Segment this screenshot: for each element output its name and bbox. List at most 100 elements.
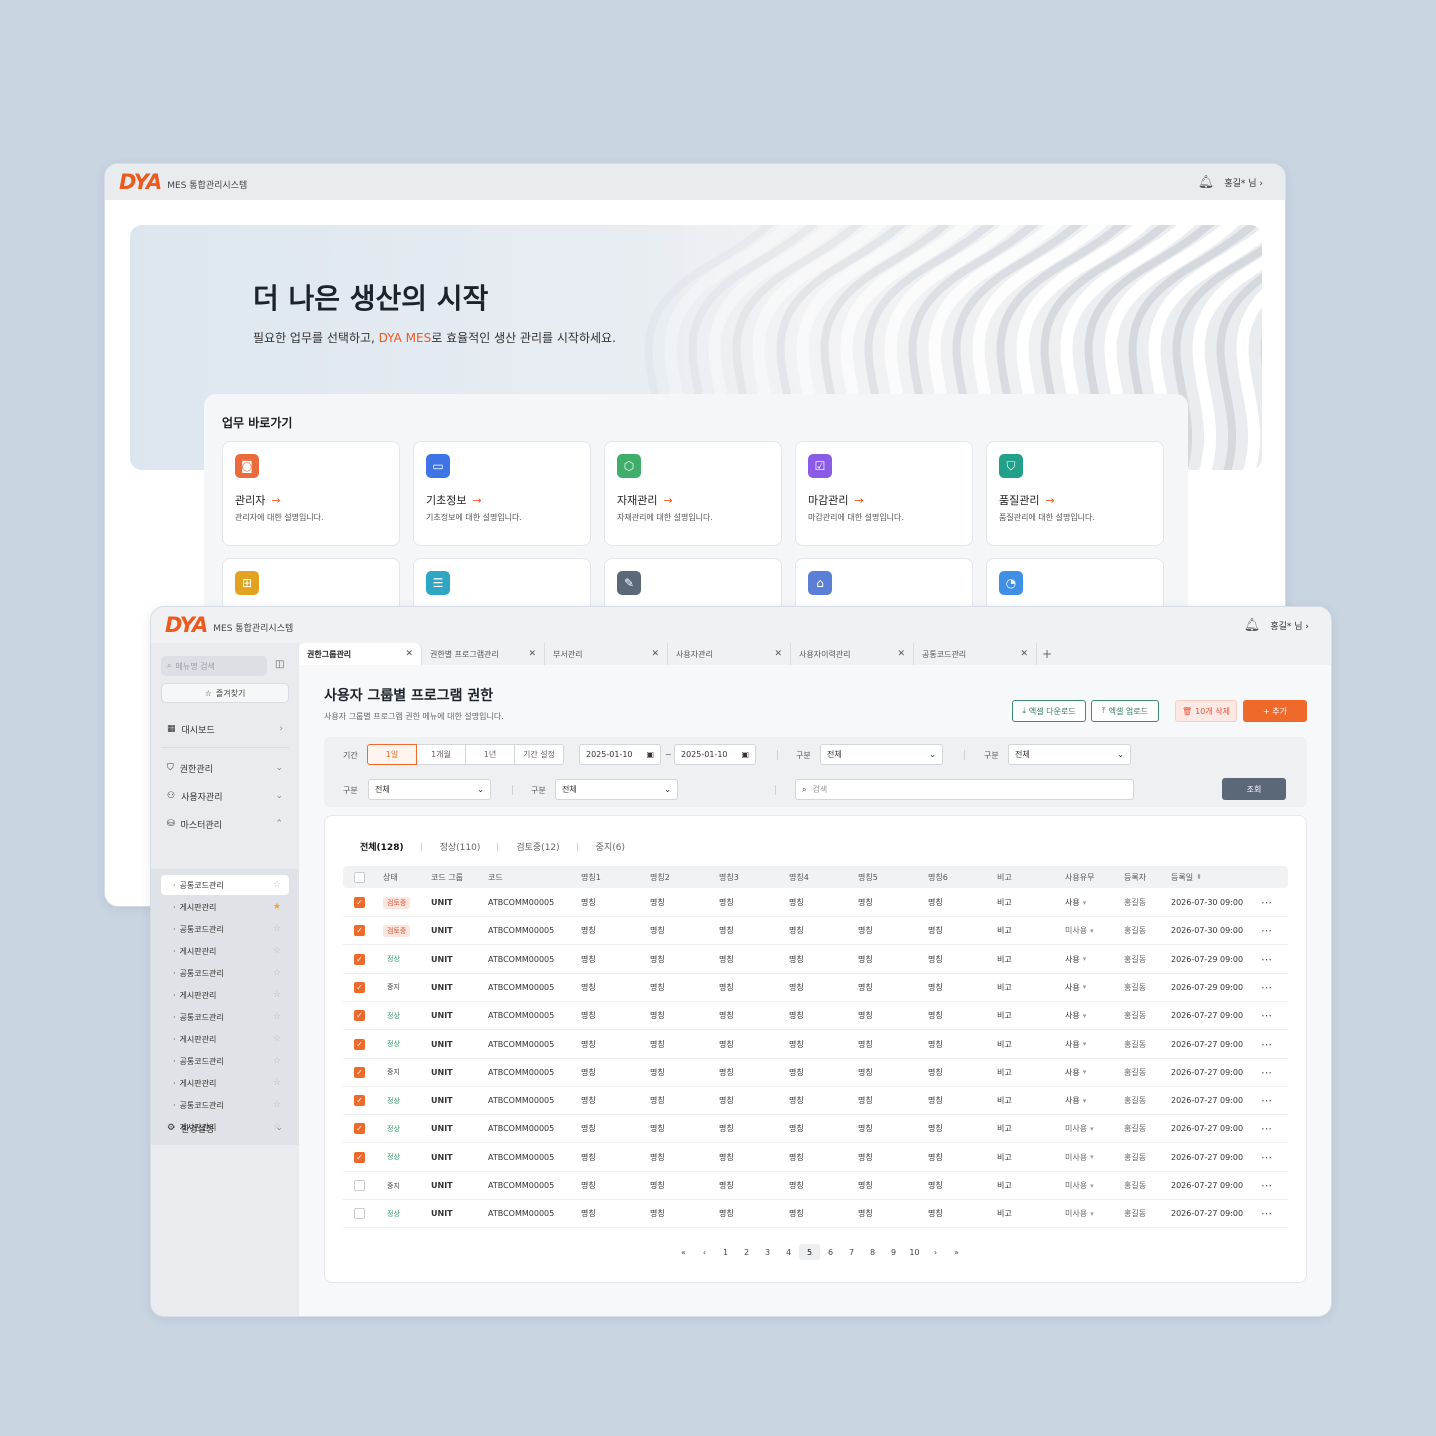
more-icon[interactable]: ⋯ xyxy=(1261,1207,1273,1220)
period-option[interactable]: 1개월 xyxy=(416,744,466,765)
row-checkbox[interactable]: ✓ xyxy=(354,1123,365,1135)
star-outline-icon[interactable]: ☆ xyxy=(273,1012,281,1022)
status-tab[interactable]: 검토중(12) xyxy=(516,840,579,853)
table-row[interactable]: 정상 UNIT ATBCOMM00005 명칭 명칭 명칭 명칭 명칭 명칭 비고 미사용 ▾ 홍길동 2… xyxy=(343,1200,1288,1229)
sidebar-subitem[interactable]: · 공통코드관리 ☆ xyxy=(161,1051,289,1071)
status-tab[interactable]: 중지(6) xyxy=(596,840,643,853)
page-number[interactable]: 6 xyxy=(820,1244,841,1260)
date-to-input[interactable]: 2025-01-10 ▣ xyxy=(674,744,756,765)
more-icon[interactable]: ⋯ xyxy=(1261,1151,1273,1164)
date-from-input[interactable]: 2025-01-10 ▣ xyxy=(579,744,661,765)
period-option[interactable]: 기간 설정 xyxy=(514,744,564,765)
more-icon[interactable]: ⋯ xyxy=(1261,1009,1273,1022)
more-icon[interactable]: ⋯ xyxy=(1261,981,1273,994)
sidebar-subitem[interactable]: · 공통코드관리 ☆ xyxy=(161,919,289,939)
sidebar-subitem[interactable]: · 게시판관리 ☆ xyxy=(161,1029,289,1049)
page-number[interactable]: 5 xyxy=(799,1244,820,1260)
more-icon[interactable]: ⋯ xyxy=(1261,924,1273,937)
prev-page-icon[interactable]: ‹ xyxy=(694,1244,715,1260)
page-number[interactable]: 2 xyxy=(736,1244,757,1260)
sidebar-item-settings[interactable]: ⚙ 환경설정 ⌄ xyxy=(167,1118,285,1138)
excel-download-button[interactable]: ⤓ 엑셀 다운로드 xyxy=(1012,700,1086,722)
row-checkbox[interactable] xyxy=(354,1208,365,1220)
tab[interactable]: 부서관리 ✕ xyxy=(545,643,668,665)
more-icon[interactable]: ⋯ xyxy=(1261,1094,1273,1107)
table-cell-use[interactable]: 사용 ▾ xyxy=(1065,889,1086,916)
sidebar-subitem[interactable]: · 공통코드관리 ☆ xyxy=(161,1007,289,1027)
row-checkbox[interactable]: ✓ xyxy=(354,1038,365,1050)
status-tab[interactable]: 정상(110) xyxy=(440,840,499,853)
row-checkbox[interactable]: ✓ xyxy=(354,1095,365,1107)
table-row[interactable]: ✓ 정상 UNIT ATBCOMM00005 명칭 명칭 명칭 명칭 명칭 명칭 비고 사용 ▾ 홍길동 2… xyxy=(343,1002,1288,1031)
star-outline-icon[interactable]: ☆ xyxy=(273,880,281,890)
page-number[interactable]: 4 xyxy=(778,1244,799,1260)
star-outline-icon[interactable]: ☆ xyxy=(273,1078,281,1088)
tab[interactable]: 공통코드관리 ✕ xyxy=(914,643,1037,665)
user-menu[interactable]: 홍길* 님 › xyxy=(1224,176,1263,189)
sidebar-item-permissions[interactable]: ⛉ 권한관리 ⌄ xyxy=(167,758,285,778)
sidebar-subitem[interactable]: · 게시판관리 ★ xyxy=(161,897,289,917)
close-icon[interactable]: ✕ xyxy=(528,649,536,659)
next-page-icon[interactable]: › xyxy=(925,1244,946,1260)
row-checkbox[interactable] xyxy=(354,1180,365,1191)
tab[interactable]: 권한그룹관리 ✕ xyxy=(299,643,422,665)
table-row[interactable]: 중지 UNIT ATBCOMM00005 명칭 명칭 명칭 명칭 명칭 명칭 비고 미사용 ▾ 홍길동 2… xyxy=(343,1172,1288,1200)
tab[interactable]: 사용자이력관리 ✕ xyxy=(791,643,914,665)
star-filled-icon[interactable]: ★ xyxy=(273,902,281,912)
table-row[interactable]: ✓ 정상 UNIT ATBCOMM00005 명칭 명칭 명칭 명칭 명칭 명칭 비고 사용 ▾ 홍길동 2… xyxy=(343,1031,1288,1059)
table-cell-use[interactable]: 사용 ▾ xyxy=(1065,1087,1086,1114)
keyword-search-input[interactable]: ⌕ 검색 xyxy=(795,779,1134,800)
row-checkbox[interactable]: ✓ xyxy=(354,1151,365,1163)
sidebar-subitem[interactable]: · 게시판관리 ☆ xyxy=(161,985,289,1005)
type-select-4[interactable]: 전체 ⌄ xyxy=(555,779,678,800)
more-icon[interactable]: ⋯ xyxy=(1261,896,1273,909)
row-checkbox[interactable]: ✓ xyxy=(354,925,365,937)
tab[interactable]: 사용자관리 ✕ xyxy=(668,643,791,665)
favorites-button[interactable]: ☆ 즐겨찾기 xyxy=(161,683,289,703)
row-checkbox[interactable]: ✓ xyxy=(354,1010,365,1022)
table-row[interactable]: ✓ 중지 UNIT ATBCOMM00005 명칭 명칭 명칭 명칭 명칭 명칭 비고 사용 ▾ 홍길동 2… xyxy=(343,1059,1288,1087)
page-number[interactable]: 1 xyxy=(715,1244,736,1260)
table-row[interactable]: ✓ 검토중 UNIT ATBCOMM00005 명칭 명칭 명칭 명칭 명칭 명칭 비고 미사용 ▾ 홍길… xyxy=(343,917,1288,946)
table-row[interactable]: ✓ 정상 UNIT ATBCOMM00005 명칭 명칭 명칭 명칭 명칭 명칭 비고 사용 ▾ 홍길동 2… xyxy=(343,1087,1288,1116)
table-cell-use[interactable]: 사용 ▾ xyxy=(1065,1059,1086,1086)
status-tab[interactable]: 전체(128) xyxy=(360,840,422,853)
table-row[interactable]: ✓ 정상 UNIT ATBCOMM00005 명칭 명칭 명칭 명칭 명칭 명칭 비고 미사용 ▾ 홍길동… xyxy=(343,1115,1288,1144)
sidebar-item-users[interactable]: ⚇ 사용자관리 ⌄ xyxy=(167,786,285,806)
page-number[interactable]: 8 xyxy=(862,1244,883,1260)
sidebar-subitem[interactable]: · 공통코드관리 ☆ xyxy=(161,1095,289,1115)
last-page-icon[interactable]: » xyxy=(946,1244,967,1260)
menu-search-input[interactable]: ⌕ 메뉴명 검색 xyxy=(161,656,267,676)
table-cell-use[interactable]: 미사용 ▾ xyxy=(1065,1144,1094,1171)
star-outline-icon[interactable]: ☆ xyxy=(273,990,281,1000)
row-checkbox[interactable]: ✓ xyxy=(354,953,365,965)
bell-icon[interactable]: 🔔︎ xyxy=(1244,618,1261,633)
delete-selected-button[interactable]: 🗑︎ 10개 삭제 xyxy=(1175,700,1237,722)
more-icon[interactable]: ⋯ xyxy=(1261,1038,1273,1051)
first-page-icon[interactable]: « xyxy=(673,1244,694,1260)
excel-upload-button[interactable]: ⤒ 엑셀 업로드 xyxy=(1091,700,1159,722)
type-select-3[interactable]: 전체 ⌄ xyxy=(368,779,491,800)
column-header[interactable]: 등록일 ⬍ xyxy=(1171,866,1202,888)
star-outline-icon[interactable]: ☆ xyxy=(273,1056,281,1066)
page-number[interactable]: 10 xyxy=(904,1244,925,1260)
query-button[interactable]: 조회 xyxy=(1222,778,1286,800)
more-icon[interactable]: ⋯ xyxy=(1261,1122,1273,1135)
sidebar-item-master[interactable]: ⛁ 마스터관리 ⌃ xyxy=(167,814,285,834)
table-cell-use[interactable]: 미사용 ▾ xyxy=(1065,1200,1094,1227)
quick-link-card[interactable]: ⬡ 자재관리 → 자재관리에 대한 설명입니다. xyxy=(604,441,782,546)
sidebar-item-dashboard[interactable]: ▦ 대시보드 › xyxy=(167,719,285,739)
star-outline-icon[interactable]: ☆ xyxy=(273,1034,281,1044)
type-select-2[interactable]: 전체 ⌄ xyxy=(1008,744,1131,765)
table-row[interactable]: ✓ 정상 UNIT ATBCOMM00005 명칭 명칭 명칭 명칭 명칭 명칭 비고 미사용 ▾ 홍길동… xyxy=(343,1144,1288,1172)
period-option[interactable]: 1일 xyxy=(367,744,417,765)
user-menu[interactable]: 홍길* 님 › xyxy=(1270,619,1309,632)
table-cell-use[interactable]: 사용 ▾ xyxy=(1065,946,1086,973)
table-cell-use[interactable]: 사용 ▾ xyxy=(1065,1002,1086,1029)
close-icon[interactable]: ✕ xyxy=(1020,649,1028,659)
row-checkbox[interactable]: ✓ xyxy=(354,981,365,993)
sidebar-subitem[interactable]: · 게시판관리 ☆ xyxy=(161,1073,289,1093)
table-cell-use[interactable]: 사용 ▾ xyxy=(1065,974,1086,1001)
quick-link-card[interactable]: ▭ 기초정보 → 기초정보에 대한 설명입니다. xyxy=(413,441,591,546)
quick-link-card[interactable]: ⛉ 품질관리 → 품질관리에 대한 설명입니다. xyxy=(986,441,1164,546)
